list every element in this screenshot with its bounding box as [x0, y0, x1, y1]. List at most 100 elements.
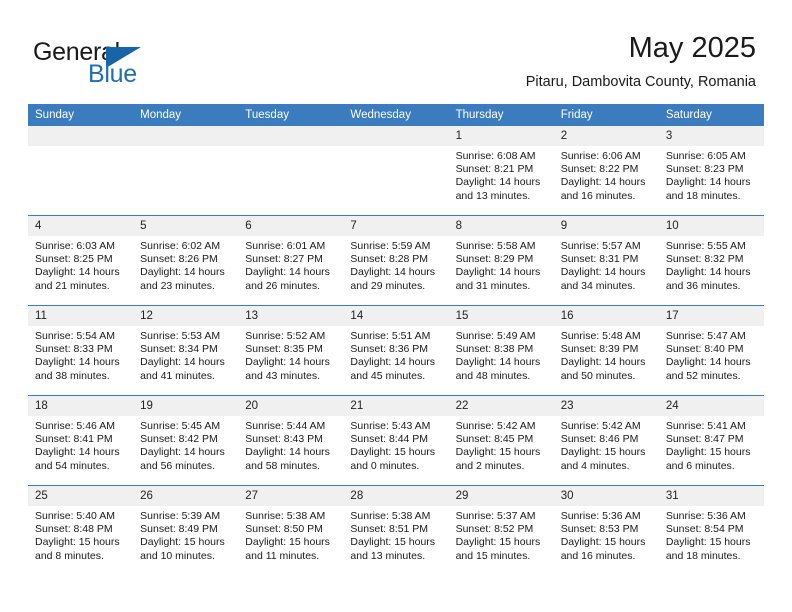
weekday-header-saturday: Saturday [658, 104, 764, 126]
logo-text-blue: Blue [88, 60, 137, 88]
sunrise-time: Sunrise: 5:42 AM [560, 420, 641, 432]
daylight-duration-line1: Daylight: 15 hours [350, 536, 436, 549]
sunrise-time: Sunrise: 5:52 AM [245, 330, 326, 342]
calendar-day-cell[interactable]: 29 Sunrise: 5:37 AM Sunset: 8:52 PM Dayligh… [448, 485, 554, 575]
day-number: 3 [658, 126, 764, 146]
calendar-week-row: 1 Sunrise: 6:08 AM Sunset: 8:21 PM Daylight… [28, 126, 764, 216]
sunset-time: Sunset: 8:46 PM [560, 433, 639, 446]
day-details: Sunrise: 5:58 AM Sunset: 8:29 PM Daylight:… [449, 236, 554, 293]
calendar-day-cell[interactable]: 31 Sunrise: 5:36 AM Sunset: 8:54 PM Dayligh… [658, 485, 764, 575]
calendar-day-cell[interactable]: 25 Sunrise: 5:40 AM Sunset: 8:48 PM Dayligh… [28, 485, 134, 575]
daylight-duration-line1: Daylight: 15 hours [245, 536, 330, 549]
sunset-time: Sunset: 8:40 PM [665, 343, 744, 356]
sunrise-time: Sunrise: 5:40 AM [35, 510, 115, 522]
calendar-week-row: 25 Sunrise: 5:40 AM Sunset: 8:48 PM Dayligh… [28, 485, 764, 575]
day-number: 13 [238, 306, 344, 326]
daylight-duration-line1: Daylight: 14 hours [140, 266, 225, 279]
calendar-day-cell[interactable]: 11 Sunrise: 5:54 AM Sunset: 8:33 PM Dayligh… [28, 305, 134, 396]
sunrise-time: Sunrise: 5:49 AM [455, 330, 536, 342]
calendar-day-cell[interactable]: 19 Sunrise: 5:45 AM Sunset: 8:42 PM Dayligh… [133, 395, 239, 486]
day-number: 12 [133, 306, 239, 326]
daylight-duration-line2: and 50 minutes. [560, 369, 636, 382]
day-number: 24 [658, 396, 764, 416]
calendar-day-cell[interactable]: 20 Sunrise: 5:44 AM Sunset: 8:43 PM Dayligh… [238, 395, 344, 486]
sunset-time: Sunset: 8:50 PM [245, 523, 323, 536]
sunrise-time: Sunrise: 5:36 AM [665, 510, 746, 522]
calendar-day-cell[interactable]: 24 Sunrise: 5:41 AM Sunset: 8:47 PM Dayligh… [658, 395, 764, 486]
sunset-time: Sunset: 8:33 PM [35, 343, 113, 356]
calendar-day-cell[interactable]: 15 Sunrise: 5:49 AM Sunset: 8:38 PM Dayligh… [448, 305, 554, 396]
day-number: 16 [553, 306, 659, 326]
daylight-duration-line2: and 34 minutes. [560, 279, 636, 292]
calendar-day-cell[interactable]: 16 Sunrise: 5:48 AM Sunset: 8:39 PM Dayligh… [553, 305, 659, 396]
calendar-day-cell[interactable]: 26 Sunrise: 5:39 AM Sunset: 8:49 PM Dayligh… [133, 485, 239, 575]
sunset-time: Sunset: 8:49 PM [140, 523, 218, 536]
day-number: 18 [28, 396, 134, 416]
day-number: 19 [133, 396, 239, 416]
day-number: 11 [28, 306, 134, 326]
daylight-duration-line2: and 13 minutes. [350, 549, 426, 562]
calendar-day-cell[interactable]: 1 Sunrise: 6:08 AM Sunset: 8:21 PM Daylight… [448, 126, 554, 216]
sunrise-time: Sunrise: 6:08 AM [455, 150, 536, 162]
day-number: 9 [553, 216, 659, 236]
sunset-time: Sunset: 8:23 PM [665, 163, 744, 176]
daylight-duration-line2: and 13 minutes. [455, 189, 531, 202]
calendar-day-cell[interactable]: 21 Sunrise: 5:43 AM Sunset: 8:44 PM Dayligh… [343, 395, 449, 486]
sunset-time: Sunset: 8:27 PM [245, 253, 323, 266]
sunset-time: Sunset: 8:35 PM [245, 343, 323, 356]
sunrise-time: Sunrise: 5:55 AM [665, 240, 746, 252]
sunrise-time: Sunrise: 5:48 AM [560, 330, 641, 342]
day-details: Sunrise: 5:51 AM Sunset: 8:36 PM Daylight:… [343, 326, 448, 383]
calendar-day-cell[interactable]: 10 Sunrise: 5:55 AM Sunset: 8:32 PM Dayligh… [658, 215, 764, 306]
calendar-week-row: 11 Sunrise: 5:54 AM Sunset: 8:33 PM Dayligh… [28, 305, 764, 396]
sunrise-time: Sunrise: 5:43 AM [350, 420, 431, 432]
calendar-day-cell[interactable]: 30 Sunrise: 5:36 AM Sunset: 8:53 PM Dayligh… [553, 485, 659, 575]
calendar-day-cell[interactable]: 13 Sunrise: 5:52 AM Sunset: 8:35 PM Dayligh… [238, 305, 344, 396]
calendar-body: 1 Sunrise: 6:08 AM Sunset: 8:21 PM Daylight… [28, 126, 764, 575]
sunset-time: Sunset: 8:22 PM [560, 163, 639, 176]
daylight-duration-line2: and 36 minutes. [665, 279, 741, 292]
day-details: Sunrise: 5:40 AM Sunset: 8:48 PM Daylight:… [28, 506, 133, 563]
calendar-day-cell[interactable]: 18 Sunrise: 5:46 AM Sunset: 8:41 PM Dayligh… [28, 395, 134, 486]
sunset-time: Sunset: 8:29 PM [455, 253, 534, 266]
day-number: 30 [553, 486, 659, 506]
calendar-day-cell[interactable]: 4 Sunrise: 6:03 AM Sunset: 8:25 PM Daylight… [28, 215, 134, 306]
day-details: Sunrise: 5:49 AM Sunset: 8:38 PM Daylight:… [449, 326, 554, 383]
day-number: 20 [238, 396, 344, 416]
day-details: Sunrise: 5:38 AM Sunset: 8:50 PM Daylight:… [238, 506, 343, 563]
calendar-day-cell[interactable]: 17 Sunrise: 5:47 AM Sunset: 8:40 PM Dayligh… [658, 305, 764, 396]
calendar-day-cell[interactable]: 8 Sunrise: 5:58 AM Sunset: 8:29 PM Daylight… [448, 215, 554, 306]
day-number [238, 126, 344, 146]
daylight-duration-line2: and 45 minutes. [350, 369, 426, 382]
sunrise-time: Sunrise: 5:53 AM [140, 330, 221, 342]
day-details: Sunrise: 5:53 AM Sunset: 8:34 PM Daylight:… [133, 326, 238, 383]
calendar-day-cell[interactable]: 14 Sunrise: 5:51 AM Sunset: 8:36 PM Dayligh… [343, 305, 449, 396]
calendar-day-cell[interactable]: 5 Sunrise: 6:02 AM Sunset: 8:26 PM Daylight… [133, 215, 239, 306]
sunset-time: Sunset: 8:52 PM [455, 523, 534, 536]
day-details: Sunrise: 5:45 AM Sunset: 8:42 PM Daylight:… [133, 416, 238, 473]
general-blue-logo[interactable]: General Blue [33, 38, 263, 94]
calendar-day-cell[interactable]: 2 Sunrise: 6:06 AM Sunset: 8:22 PM Daylight… [553, 126, 659, 216]
calendar-day-cell[interactable]: 23 Sunrise: 5:42 AM Sunset: 8:46 PM Dayligh… [553, 395, 659, 486]
calendar-day-cell[interactable]: 7 Sunrise: 5:59 AM Sunset: 8:28 PM Daylight… [343, 215, 449, 306]
calendar-day-cell[interactable]: 3 Sunrise: 6:05 AM Sunset: 8:23 PM Daylight… [658, 126, 764, 216]
calendar-day-cell[interactable]: 9 Sunrise: 5:57 AM Sunset: 8:31 PM Daylight… [553, 215, 659, 306]
daylight-duration-line1: Daylight: 14 hours [455, 266, 541, 279]
calendar-day-cell[interactable]: 6 Sunrise: 6:01 AM Sunset: 8:27 PM Daylight… [238, 215, 344, 306]
page-title: May 2025 [628, 32, 756, 64]
daylight-duration-line1: Daylight: 14 hours [560, 356, 646, 369]
day-number: 25 [28, 486, 134, 506]
day-details: Sunrise: 6:03 AM Sunset: 8:25 PM Daylight:… [28, 236, 133, 293]
calendar-day-cell[interactable]: 12 Sunrise: 5:53 AM Sunset: 8:34 PM Dayligh… [133, 305, 239, 396]
calendar-day-cell[interactable]: 22 Sunrise: 5:42 AM Sunset: 8:45 PM Dayligh… [448, 395, 554, 486]
calendar-day-cell[interactable]: 27 Sunrise: 5:38 AM Sunset: 8:50 PM Dayligh… [238, 485, 344, 575]
sunrise-time: Sunrise: 5:58 AM [455, 240, 536, 252]
daylight-duration-line1: Daylight: 14 hours [140, 356, 225, 369]
daylight-duration-line2: and 31 minutes. [455, 279, 531, 292]
calendar-day-cell[interactable]: 28 Sunrise: 5:38 AM Sunset: 8:51 PM Dayligh… [343, 485, 449, 575]
calendar-day-cell-empty [343, 126, 449, 216]
sunrise-time: Sunrise: 6:03 AM [35, 240, 115, 252]
sunset-time: Sunset: 8:36 PM [350, 343, 429, 356]
daylight-duration-line2: and 2 minutes. [455, 459, 525, 472]
day-number: 28 [343, 486, 449, 506]
